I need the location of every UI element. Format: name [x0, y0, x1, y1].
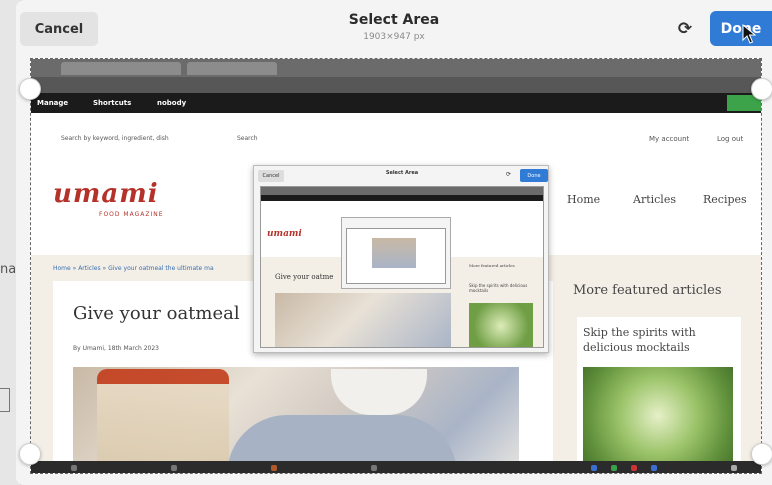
taskbar-app-icon — [651, 465, 657, 471]
oats-jar-image — [97, 369, 229, 473]
breadcrumb: Home » Articles » Give your oatmeal the … — [53, 265, 214, 272]
done-button[interactable]: Done — [710, 11, 772, 46]
resize-handle-top-right[interactable] — [751, 78, 772, 100]
nested-featured: More featured articles — [469, 263, 515, 268]
admin-manage: Manage — [37, 99, 69, 107]
nested-tabstrip — [261, 187, 543, 195]
article-headline: Give your oatmeal — [73, 303, 240, 324]
browser-tab — [187, 62, 277, 75]
site-tagline: FOOD MAGAZINE — [99, 211, 164, 218]
logout-link: Log out — [717, 135, 744, 143]
my-account-link: My account — [649, 135, 690, 143]
background-bracket — [0, 388, 10, 412]
admin-user: nobody — [157, 99, 187, 107]
admin-toolbar: Manage Shortcuts nobody — [31, 93, 761, 113]
nested-done-button: Done — [520, 169, 548, 182]
capture-preview[interactable]: Manage Shortcuts nobody Search by keywor… — [30, 58, 762, 474]
taskbar-app-icon — [631, 465, 637, 471]
site-logo: umami — [53, 179, 159, 209]
dialog-title: Select Area — [348, 12, 440, 28]
taskbar-app-icon — [731, 465, 737, 471]
featured-card-title: Skip the spirits with delicious mocktail… — [583, 326, 696, 354]
taskbar-app-icon — [171, 465, 177, 471]
taskbar-app-icon — [71, 465, 77, 471]
admin-shortcuts: Shortcuts — [93, 99, 132, 107]
article-byline: By Umami, 18th March 2023 — [73, 345, 159, 352]
nested-mocktail-image — [469, 303, 533, 347]
dialog-header: Cancel Select Area 1903×947 px ⟳ Done — [16, 0, 772, 56]
background-partial-text: na — [0, 262, 17, 277]
nested-headline: Give your oatme — [275, 273, 334, 281]
select-area-dialog: Cancel Select Area 1903×947 px ⟳ Done Ma… — [16, 0, 772, 485]
nested-hero-image — [275, 293, 451, 347]
nested-card-title: Skip the spirits with delicious mocktail… — [469, 283, 528, 293]
taskbar-app-icon — [591, 465, 597, 471]
browser-tabstrip — [31, 59, 761, 77]
mocktail-image — [583, 367, 733, 473]
site-search-button: Search — [237, 135, 258, 142]
taskbar — [31, 461, 761, 473]
nav-recipes: Recipes — [703, 193, 747, 206]
mouse-cursor-icon — [742, 24, 756, 44]
dialog-dimensions: 1903×947 px — [363, 32, 425, 42]
nav-articles: Articles — [633, 193, 676, 206]
nested-nested-dialog — [341, 217, 451, 289]
featured-heading: More featured articles — [573, 283, 722, 298]
nested-nested-image — [372, 238, 416, 268]
resize-handle-bottom-right[interactable] — [751, 443, 772, 465]
nested-capture: umami Give your oatme More featured arti… — [260, 186, 544, 348]
resize-handle-top-left[interactable] — [19, 78, 41, 100]
site-search-input: Search by keyword, ingredient, dish — [61, 135, 169, 142]
site-utility-bar: Search by keyword, ingredient, dish Sear… — [31, 113, 761, 157]
browser-address-bar — [31, 77, 761, 93]
taskbar-app-icon — [371, 465, 377, 471]
browser-tab — [61, 62, 181, 75]
nested-logo: umami — [267, 229, 302, 239]
taskbar-app-icon — [271, 465, 277, 471]
nav-home: Home — [567, 193, 601, 206]
nested-admin-bar — [261, 195, 543, 201]
nested-refresh-icon: ⟳ — [506, 171, 512, 178]
taskbar-app-icon — [611, 465, 617, 471]
nested-dialog-preview: Cancel Select Area ⟳ Done umami Give you… — [253, 165, 549, 353]
resize-handle-bottom-left[interactable] — [19, 443, 41, 465]
refresh-icon[interactable]: ⟳ — [672, 16, 698, 42]
